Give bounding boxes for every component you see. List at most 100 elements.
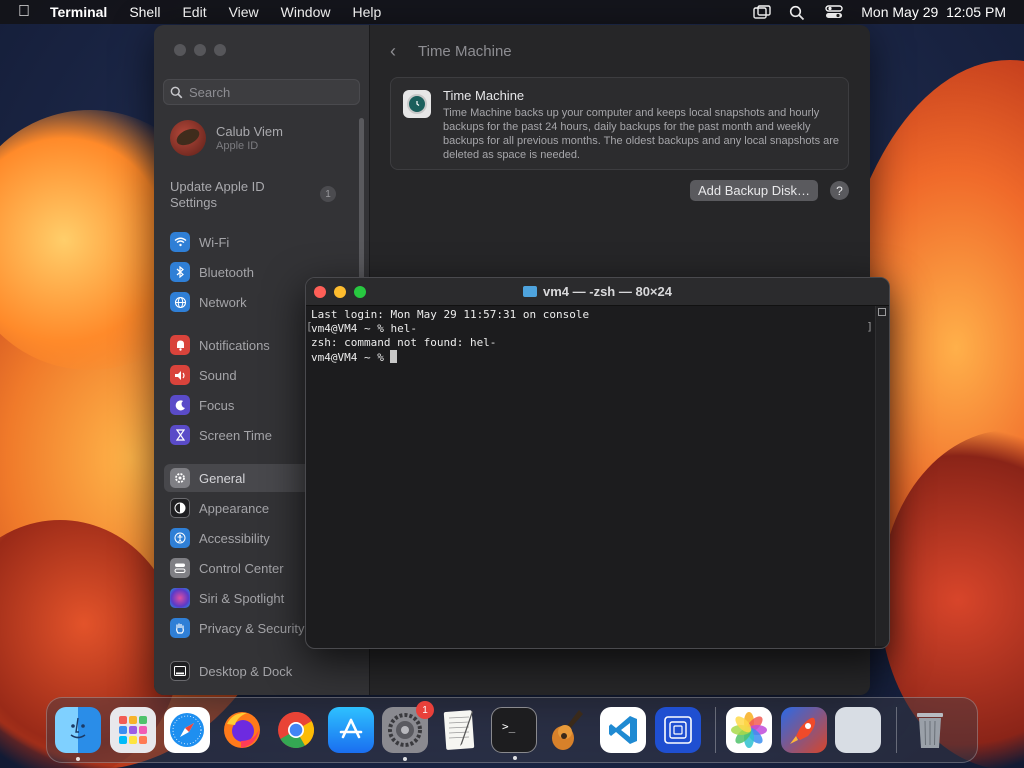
dock-migration[interactable] [780, 707, 827, 753]
window-switcher-icon[interactable] [753, 5, 771, 19]
dock-icon [170, 661, 190, 681]
page-title: Time Machine [418, 42, 512, 60]
sidebar-label: Control Center [199, 560, 284, 576]
terminal-titlebar[interactable]: vm4 — -zsh — 80×24 [306, 278, 889, 306]
menu-bar:  Terminal Shell Edit View Window Help M… [0, 0, 1024, 24]
sidebar-label: Network [199, 294, 247, 310]
sidebar-label: Siri & Spotlight [199, 590, 285, 606]
rocket-icon [789, 717, 815, 744]
menu-edit[interactable]: Edit [182, 4, 206, 20]
apple-logo-icon[interactable]:  [18, 3, 30, 21]
notification-badge: 1 [416, 701, 434, 719]
sidebar-label: Desktop & Dock [199, 663, 293, 679]
hand-icon [170, 618, 190, 638]
apple-id-profile[interactable]: Calub Viem Apple ID [170, 120, 283, 156]
search-icon [170, 86, 183, 98]
dock-chrome[interactable] [273, 707, 319, 753]
bluetooth-icon [170, 262, 190, 282]
dock-photos[interactable] [726, 707, 772, 753]
sidebar-item-desktop-dock[interactable]: Desktop & Dock [164, 657, 364, 685]
sidebar-label: Appearance [199, 500, 270, 516]
dock-firefox[interactable] [219, 707, 265, 753]
zoom-button[interactable] [354, 286, 366, 298]
running-indicator [76, 757, 80, 761]
terminal-scrollbar[interactable] [875, 306, 889, 646]
window-minimize-button[interactable] [194, 44, 206, 56]
sidebar-item-wifi[interactable]: Wi-Fi [164, 228, 364, 256]
update-badge: 1 [320, 186, 336, 202]
app-store-icon [339, 718, 362, 739]
profile-subtitle: Apple ID [216, 140, 259, 152]
garageband-icon [551, 710, 583, 750]
window-close-button[interactable] [174, 44, 186, 56]
accessibility-icon [170, 528, 190, 548]
trash-icon [916, 713, 943, 748]
firefox-icon [223, 712, 260, 748]
back-chevron-icon[interactable]: ‹ [390, 41, 396, 62]
hourglass-icon [170, 425, 190, 445]
spotlight-search-icon[interactable] [789, 5, 807, 21]
minimize-button[interactable] [334, 286, 346, 298]
folder-icon [523, 286, 537, 297]
control-center-icon[interactable] [825, 5, 843, 19]
sidebar-label: Focus [199, 397, 235, 413]
menu-help[interactable]: Help [352, 4, 381, 20]
dock-textedit[interactable] [437, 707, 483, 753]
terminal-line: zsh: command not found: hel- [311, 336, 497, 349]
wifi-icon [170, 232, 190, 252]
dock-app-store[interactable] [327, 707, 374, 753]
dock-terminal[interactable]: >_ [491, 707, 537, 760]
menu-app-name[interactable]: Terminal [50, 4, 107, 20]
terminal-prompt: vm4@VM4 ~ % [311, 351, 391, 364]
window-zoom-button[interactable] [214, 44, 226, 56]
launchpad-icon [118, 716, 147, 744]
update-apple-id-settings[interactable]: Update Apple ID Settings [170, 179, 290, 211]
mark-bracket-right: ] [866, 320, 873, 333]
gear-icon [170, 468, 190, 488]
sidebar-label: Privacy & Security [199, 620, 305, 636]
settings-search-field[interactable]: Search [163, 79, 360, 105]
terminal-line: Last login: Mon May 29 11:57:31 on conso… [311, 308, 590, 321]
speaker-icon [170, 365, 190, 385]
card-description: Time Machine backs up your computer and … [443, 107, 840, 161]
menu-shell[interactable]: Shell [129, 4, 160, 20]
sidebar-item-general[interactable]: General [164, 464, 314, 492]
sidebar-label: General [199, 470, 246, 486]
dock-finder[interactable] [55, 707, 101, 761]
dock-garageband[interactable] [546, 707, 592, 753]
menu-window[interactable]: Window [281, 4, 331, 20]
terminal-icon: >_ [502, 720, 516, 733]
photos-icon [731, 712, 767, 748]
chrome-icon [278, 711, 315, 749]
help-button[interactable]: ? [830, 181, 849, 200]
finder-icon [70, 717, 86, 739]
settings-header: ‹ Time Machine [370, 25, 870, 77]
dock-utm[interactable] [654, 707, 701, 753]
running-indicator [513, 756, 517, 760]
avatar [170, 120, 206, 156]
dock-vscode[interactable] [600, 707, 646, 753]
vscode-icon [609, 716, 637, 744]
sidebar-label: Sound [199, 367, 237, 383]
terminal-window[interactable]: vm4 — -zsh — 80×24 Last login: Mon May 2… [305, 277, 890, 649]
running-indicator [403, 757, 407, 761]
dock-system-settings[interactable]: 1 [382, 701, 434, 761]
dock-launchpad[interactable] [109, 707, 156, 753]
moon-icon [170, 395, 190, 415]
add-backup-disk-button[interactable]: Add Backup Disk… [690, 180, 818, 201]
terminal-line: vm4@VM4 ~ % hel- [311, 322, 417, 335]
dock-blank-app[interactable] [835, 707, 881, 753]
appearance-icon [170, 498, 190, 518]
close-button[interactable] [314, 286, 326, 298]
control-center-icon [170, 558, 190, 578]
menu-view[interactable]: View [229, 4, 259, 20]
menu-datetime[interactable]: Mon May 29 12:05 PM [861, 4, 1006, 20]
dock-safari[interactable] [164, 707, 210, 753]
terminal-output[interactable]: Last login: Mon May 29 11:57:31 on conso… [306, 306, 889, 646]
dock-trash[interactable] [907, 707, 953, 753]
scroll-marker-icon[interactable] [878, 308, 886, 316]
safari-icon [170, 713, 204, 747]
siri-icon [170, 588, 190, 608]
bell-icon [170, 335, 190, 355]
mark-bracket-left: [ [306, 320, 313, 333]
